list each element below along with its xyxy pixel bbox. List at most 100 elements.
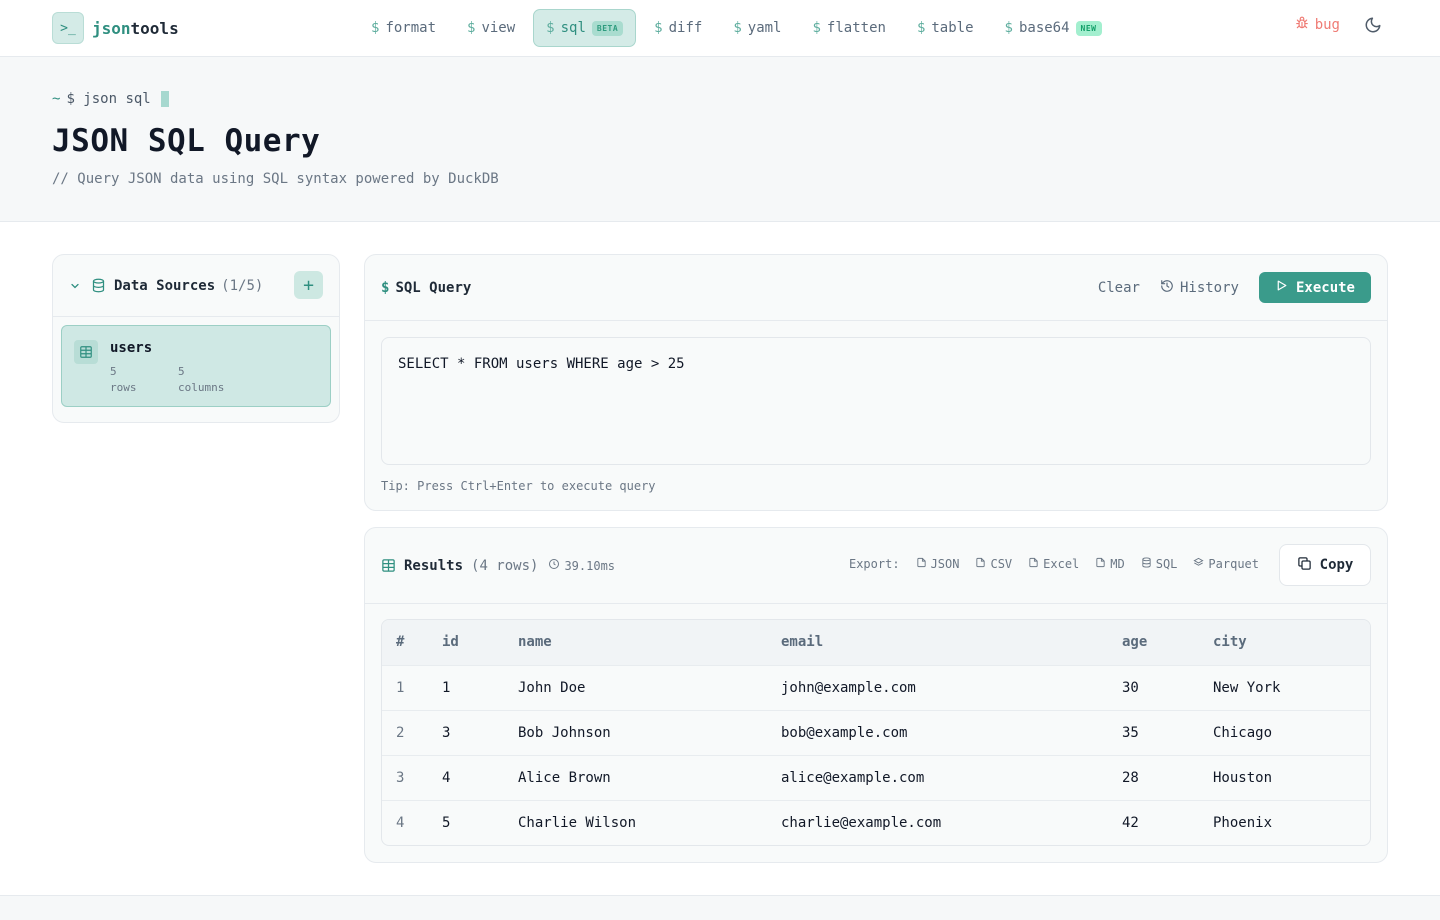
moon-icon[interactable] <box>1364 16 1382 34</box>
table-cell: charlie@example.com <box>781 814 942 831</box>
table-cell: Alice Brown <box>518 769 611 786</box>
nav-prefix: $ <box>654 20 663 36</box>
file-icon <box>975 557 986 571</box>
nav-item-flatten[interactable]: $ flatten <box>799 9 898 47</box>
rows-value: 5 <box>110 365 117 378</box>
columns-value: 5 <box>178 365 185 378</box>
nav-item-sql[interactable]: $ sql BETA <box>533 9 637 47</box>
nav-item-format[interactable]: $ format <box>358 9 449 47</box>
nav-label: flatten <box>826 20 886 36</box>
footer <box>0 895 1440 920</box>
layers-icon <box>1193 557 1204 571</box>
nav-label: format <box>385 20 437 36</box>
column-header[interactable]: id <box>428 620 504 665</box>
nav-item-base64[interactable]: $ base64 NEW <box>992 9 1115 47</box>
export-csv[interactable]: CSV <box>975 557 1012 571</box>
results-panel: Results (4 rows) 39.10ms Export: JSON CSV… <box>364 527 1388 863</box>
export-label: Parquet <box>1208 557 1259 571</box>
data-sources-header[interactable]: Data Sources (1/5) + <box>53 255 339 317</box>
export-sql[interactable]: SQL <box>1141 557 1178 571</box>
nav-prefix: $ <box>467 20 476 36</box>
terminal-prompt: ~ $ json sql <box>52 91 1388 107</box>
copy-icon <box>1297 556 1312 575</box>
column-header[interactable]: email <box>767 620 1108 665</box>
table-cell: Charlie Wilson <box>518 814 637 831</box>
bug-report-link[interactable]: bug <box>1295 16 1340 34</box>
nav-prefix: $ <box>546 20 555 36</box>
history-button[interactable]: History <box>1160 279 1239 297</box>
export-excel[interactable]: Excel <box>1028 557 1079 571</box>
export-label: Export: <box>848 557 900 571</box>
data-sources-title: Data Sources <box>114 277 216 294</box>
execute-button[interactable]: Execute <box>1258 272 1371 303</box>
add-data-source-button[interactable]: + <box>294 271 323 299</box>
table-cell: 3 <box>442 724 451 741</box>
page-header: ~ $ json sql JSON SQL Query // Query JSO… <box>0 57 1440 222</box>
bug-icon <box>1295 16 1309 34</box>
nav-item-yaml[interactable]: $ yaml <box>720 9 794 47</box>
top-navbar: >_ jsontools $ format $ view $ sql BETA $ diff $ y… <box>0 0 1440 57</box>
table-cell: Phoenix <box>1213 814 1273 831</box>
export-label: CSV <box>990 557 1013 571</box>
column-header[interactable]: # <box>382 620 428 665</box>
table-cell: bob@example.com <box>781 724 908 741</box>
table-cell: 35 <box>1122 724 1139 741</box>
query-actions: Clear History Execute <box>1098 272 1371 303</box>
file-icon <box>1095 557 1106 571</box>
nav-label: view <box>481 20 516 36</box>
prompt-command: $ json sql <box>66 91 151 107</box>
table-cell: Chicago <box>1213 724 1273 741</box>
export-json[interactable]: JSON <box>916 557 959 571</box>
results-timing: 39.10ms <box>548 558 615 573</box>
table-cell: Bob Johnson <box>518 724 611 741</box>
play-icon <box>1275 279 1288 296</box>
sql-editor[interactable]: SELECT * FROM users WHERE age > 25 <box>381 337 1371 465</box>
nav-label: sql <box>560 20 586 36</box>
table-cell: John Doe <box>518 679 586 696</box>
nav-prefix: $ <box>812 20 821 36</box>
nav-label: base64 <box>1018 20 1070 36</box>
logo[interactable]: >_ jsontools <box>52 12 179 44</box>
results-table: # id name email age city 1 1 John Doe john@examp… <box>381 619 1371 846</box>
export-parquet[interactable]: Parquet <box>1193 557 1259 571</box>
clear-button[interactable]: Clear <box>1098 280 1140 296</box>
cursor-block <box>160 91 169 107</box>
export-label: SQL <box>1155 557 1178 571</box>
prompt-tilde: ~ <box>52 91 61 107</box>
table-icon <box>74 340 98 364</box>
page-title: JSON SQL Query <box>52 123 321 159</box>
column-header[interactable]: city <box>1199 620 1370 665</box>
table-row: 4 5 Charlie Wilson charlie@example.com 42 Pho… <box>382 800 1370 845</box>
nav-label: yaml <box>747 20 782 36</box>
copy-button[interactable]: Copy <box>1279 544 1371 586</box>
history-icon <box>1160 279 1174 297</box>
results-title: Results <box>404 557 464 574</box>
data-source-meta: 5 rows 5 columns <box>110 364 258 396</box>
nav-badge: BETA <box>591 20 624 36</box>
nav-prefix: $ <box>916 20 926 36</box>
table-row: 2 3 Bob Johnson bob@example.com 35 Chicago <box>382 710 1370 755</box>
results-time: 39.10ms <box>564 558 616 573</box>
logo-text: jsontools <box>92 18 179 38</box>
nav-item-view[interactable]: $ view <box>454 9 528 47</box>
history-label: History <box>1179 279 1239 296</box>
table-cell: 2 <box>396 724 405 741</box>
export-md[interactable]: MD <box>1095 557 1125 571</box>
column-header[interactable]: age <box>1108 620 1199 665</box>
bug-label: bug <box>1314 17 1340 33</box>
export-options: Export: JSON CSV Excel MD SQL Parquet <box>849 557 1259 571</box>
chevron-down-icon[interactable] <box>69 280 81 292</box>
nav-item-diff[interactable]: $ diff <box>641 9 715 47</box>
column-header[interactable]: name <box>504 620 767 665</box>
nav-label: table <box>931 20 974 36</box>
export-label: Excel <box>1043 557 1080 571</box>
data-source-item[interactable]: users 5 rows 5 columns <box>61 325 331 407</box>
table-cell: alice@example.com <box>781 769 925 786</box>
table-header-row: # id name email age city <box>382 620 1370 665</box>
sql-query-title: $ SQL Query <box>381 279 472 296</box>
columns-label: columns <box>178 381 225 394</box>
nav-item-table[interactable]: $ table <box>904 9 987 47</box>
database-icon <box>1141 557 1152 571</box>
data-sources-count: (1/5) <box>221 277 264 294</box>
clock-icon <box>548 558 560 573</box>
